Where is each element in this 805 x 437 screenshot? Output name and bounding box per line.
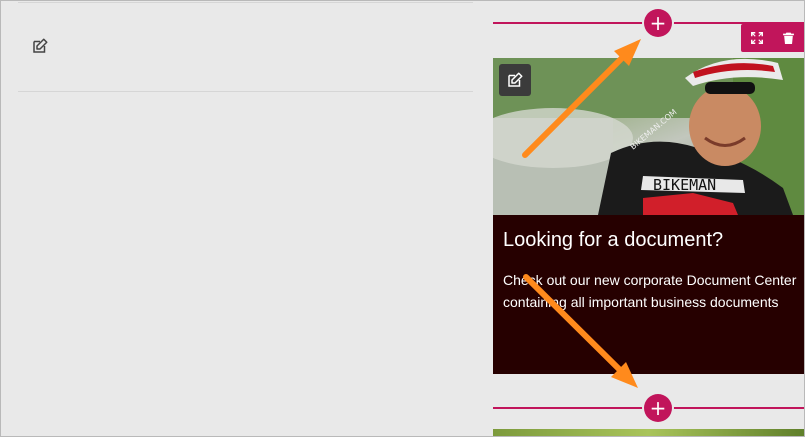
teaser-body: Looking for a document? Check out our ne… (493, 215, 804, 374)
divider (18, 2, 473, 3)
fullscreen-button[interactable] (746, 27, 768, 49)
teaser-text: Check out our new corporate Document Cen… (503, 272, 797, 310)
edit-icon (508, 72, 523, 87)
divider (18, 91, 473, 92)
jersey-text: BIKEMAN (653, 176, 716, 194)
teaser-element[interactable]: BIKEMAN BIKEMAN.COM Looking for a docume… (493, 58, 804, 374)
cyclist-photo: BIKEMAN BIKEMAN.COM (493, 58, 804, 215)
plus-icon: + (649, 11, 667, 35)
teaser-title: Looking for a document? (503, 229, 724, 251)
plus-icon: + (649, 396, 667, 420)
fullscreen-icon (750, 32, 763, 44)
edit-icon (33, 38, 48, 53)
page-editor-canvas: + BIKEMAN BIKEMAN.COM Looking for a docu… (0, 0, 805, 437)
next-teaser-image (493, 429, 804, 436)
teaser-image: BIKEMAN BIKEMAN.COM (493, 58, 804, 215)
element-toolbar (741, 24, 804, 52)
delete-button[interactable] (777, 27, 799, 49)
add-element-button-top[interactable]: + (644, 9, 672, 37)
trash-icon (782, 32, 794, 44)
edit-content-button[interactable] (30, 36, 50, 56)
add-element-button-bottom[interactable]: + (644, 394, 672, 422)
edit-image-button[interactable] (499, 64, 531, 96)
